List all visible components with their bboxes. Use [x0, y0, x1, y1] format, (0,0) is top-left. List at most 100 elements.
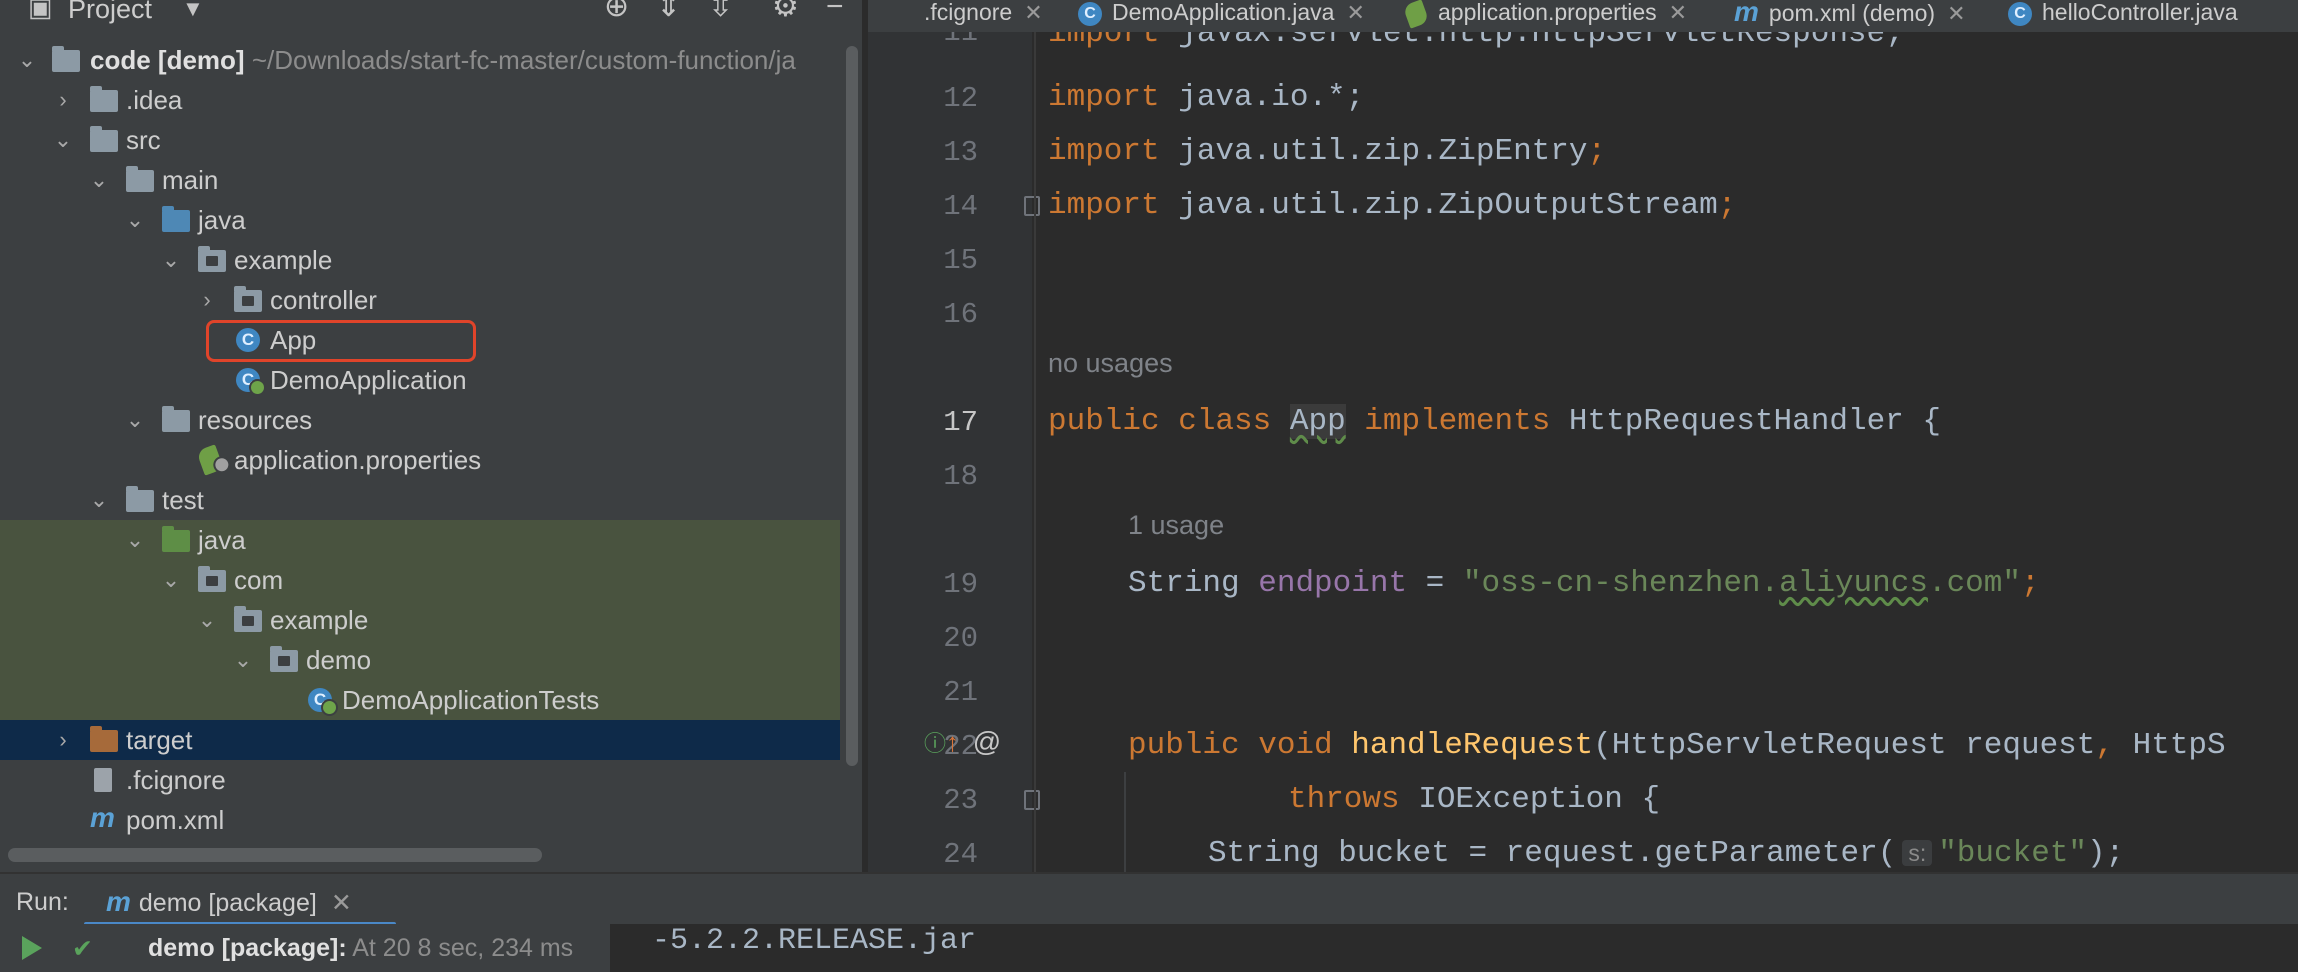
fold-marker-icon[interactable] [1024, 790, 1040, 810]
tree-item-pom-xml[interactable]: m pom.xml [0, 800, 840, 840]
tree-item-demoapplicationtests-class[interactable]: C DemoApplicationTests [0, 680, 840, 720]
line-number: 21 [943, 676, 978, 709]
horizontal-scrollbar[interactable] [8, 848, 542, 862]
chevron-down-icon[interactable]: ⌄ [88, 480, 110, 520]
code-line-13: import java.util.zip.ZipEntry; [1048, 134, 1606, 169]
maven-icon: m [106, 886, 131, 917]
tree-item-resources[interactable]: ⌄ resources [0, 400, 840, 440]
tree-item-java-main[interactable]: ⌄ java [0, 200, 840, 240]
tree-item-demo-package[interactable]: ⌄ demo [0, 640, 840, 680]
override-arrow-icon[interactable]: ↑ [946, 727, 959, 757]
resources-folder-icon [162, 406, 190, 432]
chevron-right-icon[interactable]: › [196, 280, 218, 320]
project-view-icon[interactable]: ▣ [28, 0, 53, 20]
method-name: handleRequest [1351, 728, 1594, 763]
chevron-down-icon[interactable]: ▼ [182, 0, 204, 20]
chevron-down-icon[interactable]: ⌄ [196, 600, 218, 640]
chevron-down-icon[interactable]: ⌄ [232, 640, 254, 680]
tree-item-com-package[interactable]: ⌄ com [0, 560, 840, 600]
run-tab-demo-package[interactable]: m demo [package] ✕ [106, 886, 352, 918]
class-icon: C [2008, 1, 2032, 26]
close-icon[interactable]: ✕ [1346, 0, 1364, 25]
minimize-icon[interactable]: − [826, 0, 844, 22]
line-number: 20 [943, 622, 978, 655]
semicolon: ; [1717, 188, 1737, 223]
tree-item-example-test-package[interactable]: ⌄ example [0, 600, 840, 640]
tab-hellocontroller[interactable]: ChelloController.java [2008, 0, 2238, 32]
keyword: public [1128, 728, 1240, 763]
code-line-12: import java.io.*; [1048, 80, 1364, 115]
tab-label: helloController.java [2042, 0, 2238, 25]
tree-item-src[interactable]: ⌄ src [0, 120, 840, 160]
close-icon[interactable]: ✕ [1947, 1, 1965, 26]
chevron-right-icon[interactable]: › [52, 80, 74, 120]
collapse-all-icon[interactable]: ⇳ [708, 0, 733, 22]
close-icon[interactable]: ✕ [1669, 0, 1687, 25]
code-editor[interactable]: 11 12 13 14 15 16 17 18 19 20 21 22 23 2… [868, 32, 2298, 872]
tree-item-example-package[interactable]: ⌄ example [0, 240, 840, 280]
tree-item-target[interactable]: › target [0, 720, 840, 760]
project-panel: ▣ Project ▼ ⊕ ⇕ ⇳ ⚙ − ⌄ code [demo] ~/Do… [0, 0, 862, 872]
tree-item-main[interactable]: ⌄ main [0, 160, 840, 200]
run-status[interactable]: demo [package]: At 20 8 sec, 234 ms [148, 934, 573, 963]
usages-hint[interactable]: 1 usage [1128, 510, 1224, 541]
fold-marker-icon[interactable] [1024, 196, 1040, 216]
close-icon[interactable]: ✕ [331, 889, 352, 917]
line-number: 19 [943, 568, 978, 601]
tab-pom-xml[interactable]: m pom.xml (demo) ✕ [1734, 0, 1966, 32]
tree-item-label: .idea [126, 85, 183, 115]
project-panel-title[interactable]: Project [68, 0, 152, 25]
implements-icon[interactable]: ⓘ [924, 731, 946, 756]
run-status-detail: At 20 8 sec, 234 ms [346, 934, 574, 962]
chevron-down-icon[interactable]: ⌄ [160, 240, 182, 280]
tab-application-properties[interactable]: application.properties ✕ [1402, 0, 1687, 32]
parameter-hint: s: [1902, 840, 1933, 866]
code-text: HttpS [2132, 728, 2226, 763]
keyword: throws [1288, 782, 1400, 817]
chevron-down-icon[interactable]: ⌄ [124, 520, 146, 560]
chevron-down-icon[interactable]: ⌄ [124, 400, 146, 440]
tree-item-label: .fcignore [126, 765, 226, 795]
tree-item-application-properties[interactable]: application.properties [0, 440, 840, 480]
chevron-down-icon[interactable]: ⌄ [52, 120, 74, 160]
tree-item-label: controller [270, 285, 377, 315]
tree-item-label: example [234, 245, 333, 275]
editor-tabs: .fcignore ✕ C DemoApplication.java ✕ applic… [868, 0, 2298, 32]
keyword: import [1048, 134, 1160, 169]
tree-item-idea[interactable]: › .idea [0, 80, 840, 120]
locate-icon[interactable]: ⊕ [604, 0, 629, 22]
semicolon: ; [2020, 566, 2040, 601]
tree-item-label: example [270, 605, 369, 635]
expand-all-icon[interactable]: ⇕ [656, 0, 681, 22]
close-icon[interactable]: ✕ [1024, 0, 1042, 25]
tree-item-demoapplication-class[interactable]: C DemoApplication [0, 360, 840, 400]
tree-item-test[interactable]: ⌄ test [0, 480, 840, 520]
usages-hint[interactable]: no usages [1048, 348, 1173, 379]
tree-item-controller-package[interactable]: › controller [0, 280, 840, 320]
spring-class-icon: C [236, 368, 266, 396]
vertical-scrollbar[interactable] [846, 46, 858, 766]
keyword: public [1048, 404, 1160, 439]
code-line-23: throws IOException { [1288, 782, 1660, 817]
tab-demoapplication[interactable]: C DemoApplication.java ✕ [1078, 0, 1365, 32]
chevron-down-icon[interactable]: ⌄ [124, 200, 146, 240]
tree-item-fcignore[interactable]: .fcignore [0, 760, 840, 800]
chevron-down-icon[interactable]: ⌄ [16, 40, 38, 80]
spring-properties-icon [196, 444, 228, 476]
annotation-at-icon[interactable]: @ [973, 726, 1001, 757]
chevron-down-icon[interactable]: ⌄ [160, 560, 182, 600]
tree-item-label: resources [198, 405, 313, 435]
tree-item-java-test[interactable]: ⌄ java [0, 520, 840, 560]
gear-icon[interactable]: ⚙ [772, 0, 799, 22]
code-text: javax.servlet.http.HttpServletResponse; [1159, 32, 1904, 51]
play-icon[interactable] [22, 936, 42, 960]
tree-item-label: DemoApplicationTests [342, 685, 600, 715]
tree-item-code-root[interactable]: ⌄ code [demo] ~/Downloads/start-fc-maste… [0, 40, 840, 80]
code-text: IOException { [1399, 782, 1661, 817]
chevron-right-icon[interactable]: › [52, 720, 74, 760]
code-line-11: import javax.servlet.http.HttpServletRes… [1048, 32, 1904, 51]
class-icon: C [1078, 1, 1102, 26]
tab-fcignore[interactable]: .fcignore ✕ [924, 0, 1043, 32]
chevron-down-icon[interactable]: ⌄ [88, 160, 110, 200]
code-text: HttpRequestHandler { [1568, 404, 1941, 439]
